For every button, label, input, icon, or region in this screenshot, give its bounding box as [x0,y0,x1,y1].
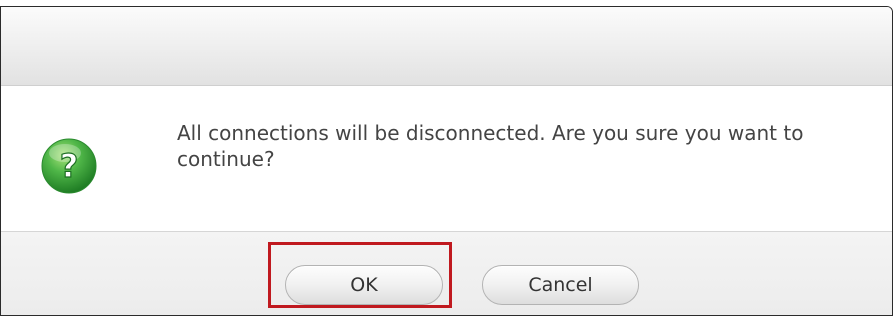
dialog-message: All connections will be disconnected. Ar… [177,121,804,171]
confirm-dialog: ? All connections will be disconnected. … [0,6,893,316]
page: ? All connections will be disconnected. … [0,0,896,322]
dialog-footer: OK Cancel [1,231,892,315]
cancel-button[interactable]: Cancel [482,265,639,305]
question-icon: ? [41,138,97,194]
ok-button[interactable]: OK [285,265,443,305]
svg-text:?: ? [60,147,79,185]
dialog-content: ? All connections will be disconnected. … [1,86,892,231]
dialog-titlebar [1,7,892,86]
